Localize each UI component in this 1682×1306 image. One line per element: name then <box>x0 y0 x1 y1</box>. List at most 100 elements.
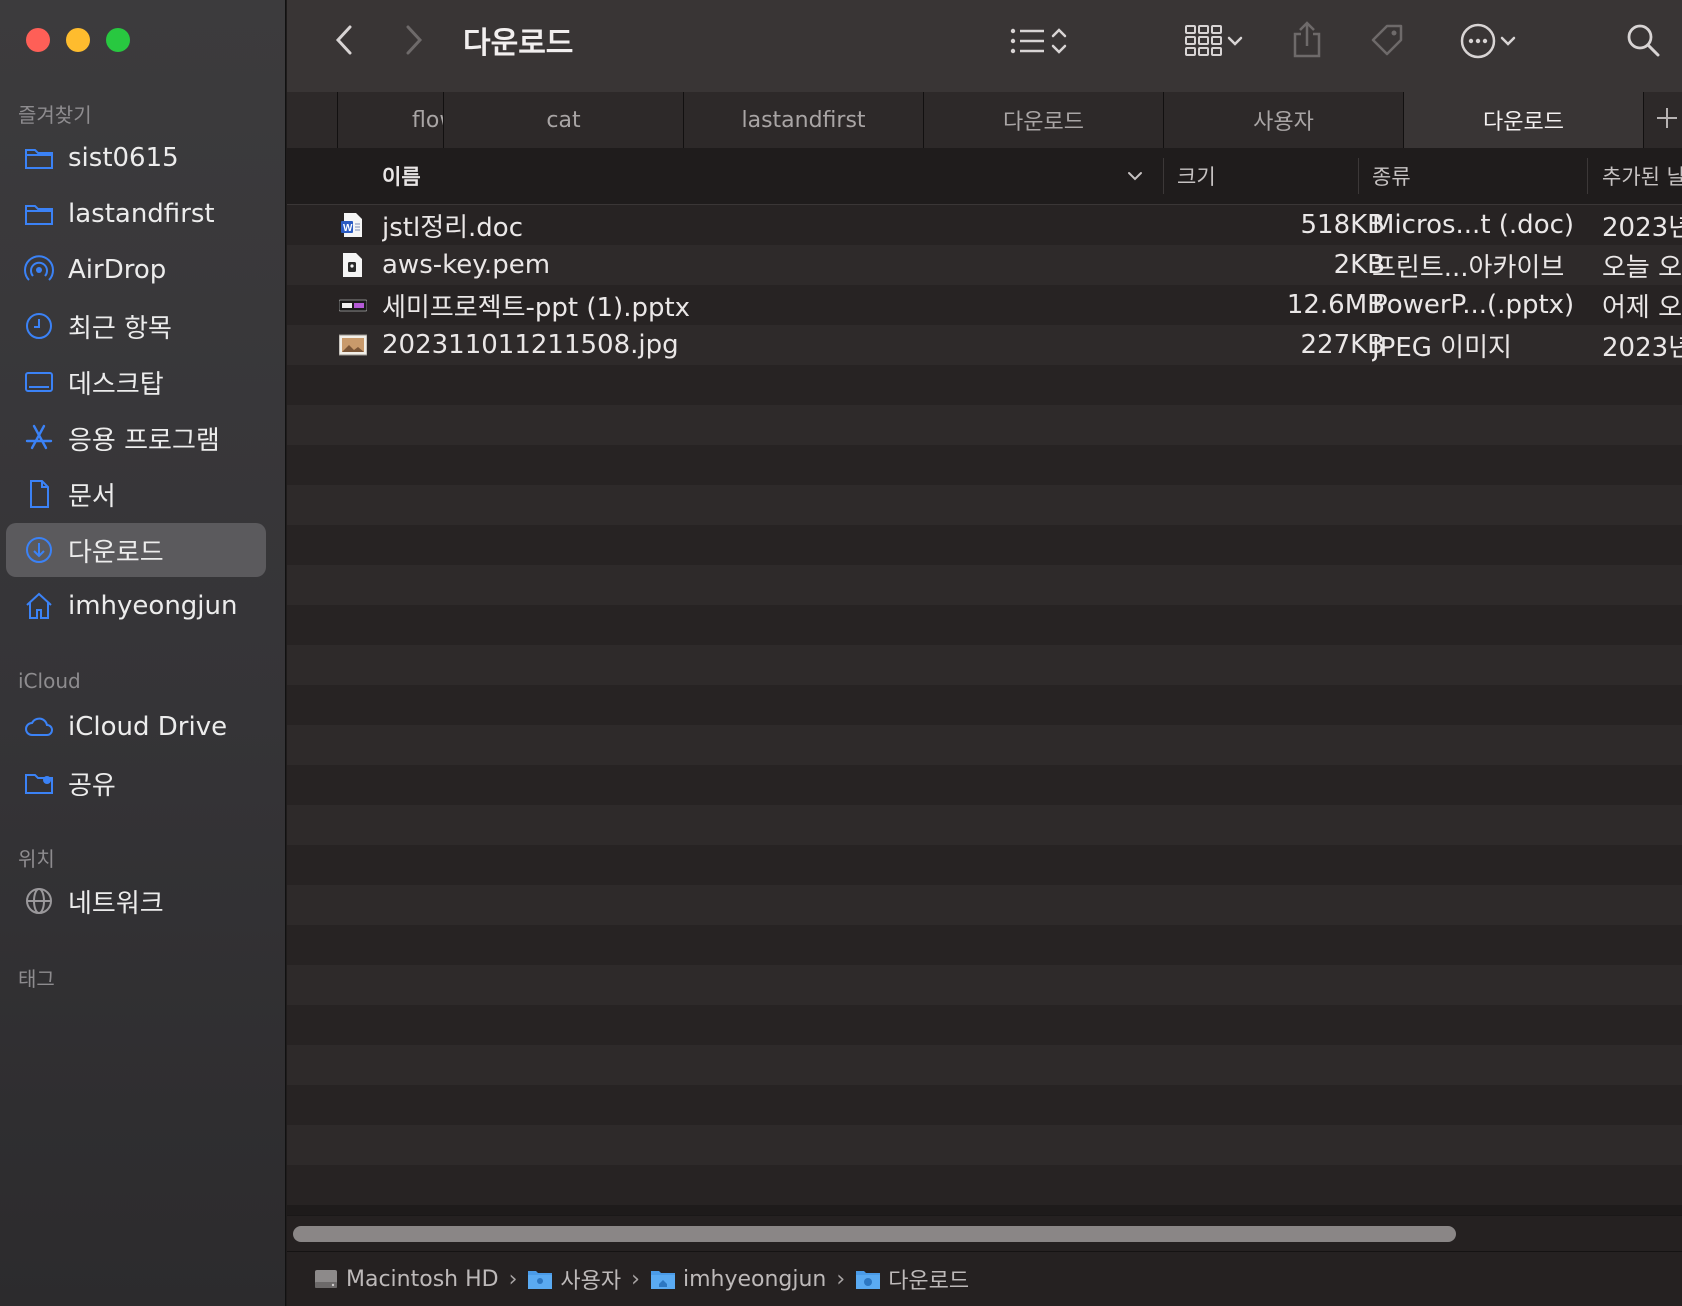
forward-button[interactable] <box>399 20 429 60</box>
hard-drive-icon <box>315 1270 337 1288</box>
empty-row <box>287 605 1682 645</box>
sidebar-item-applications[interactable]: 응용 프로그램 <box>6 411 266 465</box>
action-menu-button[interactable] <box>1451 20 1527 62</box>
tab-label: lastandfirst <box>741 107 866 133</box>
view-options-button[interactable] <box>999 20 1079 62</box>
folder-icon <box>856 1271 881 1289</box>
file-row[interactable]: 20231101121150​8.jpg 227KB JPEG 이미지 2023… <box>287 325 1682 365</box>
document-icon <box>22 477 56 511</box>
column-divider[interactable] <box>1587 158 1588 194</box>
sidebar-item-label: 공유 <box>68 770 116 801</box>
tab-cat[interactable]: cat <box>443 92 683 148</box>
empty-row <box>287 685 1682 725</box>
chevron-down-icon <box>1497 31 1519 51</box>
minimize-window-button[interactable] <box>66 28 90 52</box>
tab-users[interactable]: 사용자 <box>1163 92 1403 148</box>
tab-flow[interactable]: flow <box>337 92 443 148</box>
sidebar-item-desktop[interactable]: 데스크탑 <box>6 355 266 409</box>
back-button[interactable] <box>329 20 359 60</box>
folder-icon <box>22 141 56 175</box>
list-view-icon <box>1008 24 1048 58</box>
sidebar-item-home[interactable]: imhyeongjun <box>6 579 266 633</box>
empty-row <box>287 805 1682 845</box>
sidebar-item-icloud-drive[interactable]: iCloud Drive <box>6 700 266 754</box>
path-item-macintosh-hd[interactable]: Macintosh HD <box>313 1267 499 1292</box>
path-item-label: imhyeongjun <box>682 1266 827 1292</box>
column-kind[interactable]: 종류 <box>1372 148 1572 204</box>
file-row[interactable]: aws-key.pem 2KB 프린트...아카이브 오늘 오후 <box>287 245 1682 285</box>
sidebar-item-label: AirDrop <box>68 255 167 285</box>
path-item-home[interactable]: imhyeongjun <box>650 1267 826 1292</box>
file-size: 12.6MB <box>1286 290 1385 320</box>
group-button[interactable] <box>1175 20 1255 62</box>
tab-downloads-active[interactable]: 다운로드 <box>1403 92 1643 148</box>
horizontal-scrollbar[interactable] <box>287 1215 1682 1252</box>
tab-label: flow <box>412 107 443 133</box>
chevron-right-icon: › <box>508 1266 518 1292</box>
empty-row <box>287 565 1682 605</box>
sidebar-item-lastandfirst[interactable]: lastandfirst <box>6 187 266 241</box>
sidebar-item-airdrop[interactable]: AirDrop <box>6 243 266 297</box>
file-row[interactable]: W jstl정리.doc 518KB Micros...t (.doc) 202… <box>287 205 1682 245</box>
column-name[interactable]: 이름 <box>382 148 1142 204</box>
cloud-icon <box>22 710 56 744</box>
sidebar-item-label: iCloud Drive <box>68 712 228 742</box>
file-date: 2023년 <box>1602 332 1682 363</box>
toolbar: 다운로드 <box>287 0 1682 93</box>
sort-chevron-down-icon[interactable] <box>1125 166 1145 190</box>
chevron-right-icon: › <box>836 1266 846 1292</box>
path-item-label: Macintosh HD <box>346 1266 499 1292</box>
icloud-header: iCloud <box>18 669 81 693</box>
new-tab-button[interactable] <box>1643 92 1682 148</box>
up-down-chevron-icon <box>1048 24 1070 58</box>
zoom-window-button[interactable] <box>106 28 130 52</box>
sidebar-item-network[interactable]: 네트워크 <box>6 874 266 928</box>
search-button[interactable] <box>1623 20 1663 60</box>
sidebar-item-label: lastandfirst <box>68 199 215 229</box>
sidebar-item-label: imhyeongjun <box>68 591 238 621</box>
column-divider[interactable] <box>1358 158 1359 194</box>
folder-icon <box>22 197 56 231</box>
empty-row <box>287 965 1682 1005</box>
file-date: 오늘 오후 <box>1602 252 1682 283</box>
tab-label: 사용자 <box>1253 110 1314 135</box>
path-item-downloads[interactable]: 다운로드 <box>855 1263 969 1295</box>
tab-label: 다운로드 <box>1483 110 1564 135</box>
search-icon <box>1625 22 1661 58</box>
shared-folder-icon <box>22 766 56 800</box>
sidebar-item-label: 다운로드 <box>68 537 164 568</box>
sidebar-item-sist0615[interactable]: sist0615 <box>6 131 266 185</box>
file-kind: PowerP...(.pptx) <box>1372 290 1575 320</box>
empty-row <box>287 1045 1682 1085</box>
empty-row <box>287 645 1682 685</box>
file-kind: Micros...t (.doc) <box>1372 210 1575 240</box>
tab-label: 다운로드 <box>1003 110 1084 135</box>
tab-downloads-1[interactable]: 다운로드 <box>923 92 1163 148</box>
tab-lastandfirst[interactable]: lastandfirst <box>683 92 923 148</box>
share-button[interactable] <box>1285 18 1329 62</box>
sidebar-item-shared[interactable]: 공유 <box>6 756 266 810</box>
tag-button[interactable] <box>1365 18 1409 62</box>
sidebar-item-documents[interactable]: 문서 <box>6 467 266 521</box>
folder-icon <box>528 1271 553 1289</box>
file-row[interactable]: 세미프로젝트-ppt (1).pptx 12.6MB PowerP...(.pp… <box>287 285 1682 325</box>
svg-text:W: W <box>343 223 353 234</box>
column-divider[interactable] <box>1163 158 1164 194</box>
applications-icon <box>22 421 56 455</box>
column-size[interactable]: 크기 <box>1177 148 1357 204</box>
home-icon <box>22 589 56 623</box>
sidebar-item-label: 네트워크 <box>68 888 164 919</box>
sidebar-item-recents[interactable]: 최근 항목 <box>6 299 266 353</box>
path-bar: Macintosh HD › 사용자 › imhyeongjun › 다운로드 <box>287 1251 1682 1306</box>
sidebar-item-label: 문서 <box>68 481 116 512</box>
close-window-button[interactable] <box>26 28 50 52</box>
empty-row <box>287 405 1682 445</box>
file-name: aws-key.pem <box>382 250 551 280</box>
column-name-label: 이름 <box>382 165 421 189</box>
jpeg-file-icon <box>338 332 368 358</box>
empty-row <box>287 1125 1682 1165</box>
scrollbar-thumb[interactable] <box>293 1226 1456 1242</box>
column-date-added[interactable]: 추가된 날 <box>1602 148 1682 204</box>
path-item-users[interactable]: 사용자 <box>527 1263 621 1295</box>
sidebar-item-downloads[interactable]: 다운로드 <box>6 523 266 577</box>
